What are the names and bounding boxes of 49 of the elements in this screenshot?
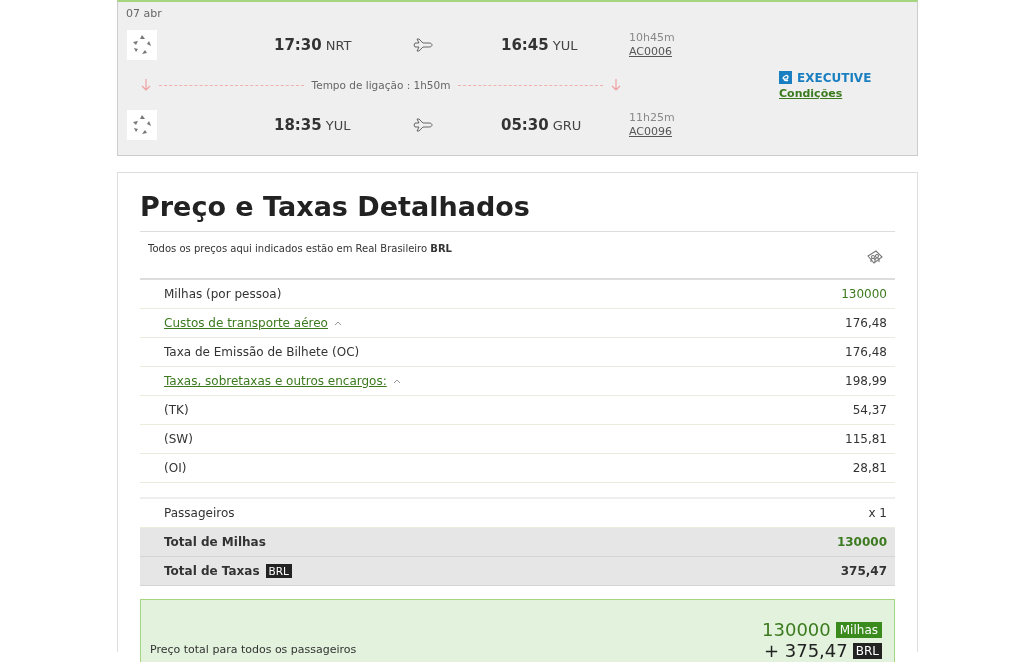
row-value: 176,48 <box>845 345 887 359</box>
currency-tag: BRL <box>852 642 882 659</box>
row-value: 115,81 <box>845 432 887 446</box>
row-value: 176,48 <box>845 316 887 330</box>
row-value: 375,47 <box>840 564 887 578</box>
down-arrow-icon <box>611 78 621 92</box>
down-arrow-icon <box>141 78 151 92</box>
row-value: 130000 <box>841 287 887 301</box>
star-logo-icon <box>127 30 157 60</box>
miles-tag: Milhas <box>835 621 882 638</box>
section-title: Preço e Taxas Detalhados <box>140 190 530 224</box>
caret-icon[interactable] <box>333 320 342 326</box>
expand-link[interactable]: Custos de transporte aéreo <box>164 316 328 330</box>
cabin-logo-icon <box>779 71 792 84</box>
flight-number-link[interactable]: AC0006 <box>629 45 672 59</box>
star-logo-icon <box>127 110 157 140</box>
row-value: 130000 <box>836 535 887 549</box>
connection-time: Tempo de ligação : 1h50m <box>311 79 451 91</box>
total-label: Preço total para todos os passageiros <box>150 642 357 656</box>
flight-date: 07 abr <box>125 7 163 21</box>
conditions-link[interactable]: Condições <box>779 86 843 100</box>
row-value: 198,99 <box>845 374 887 388</box>
row-value: 54,37 <box>852 403 887 417</box>
caret-icon[interactable] <box>392 378 401 384</box>
plane-icon <box>413 118 433 132</box>
total-miles: 130000 <box>762 619 831 640</box>
departure-time: 18:35 YUL <box>274 116 352 134</box>
departure-time: 17:30 NRT <box>274 36 353 54</box>
row-label: Passageiros <box>164 506 235 520</box>
flight-duration: 10h45m <box>629 31 675 45</box>
currency-tag: BRL <box>265 564 292 578</box>
row-label: (SW) <box>164 432 193 446</box>
flight-duration: 11h25m <box>629 111 675 125</box>
row-label: Taxa de Emissão de Bilhete (OC) <box>164 345 360 359</box>
cabin-class: EXECUTIVE <box>797 70 872 85</box>
arrival-time: 05:30 GRU <box>501 116 583 134</box>
flight-number-link[interactable]: AC0096 <box>629 125 672 139</box>
row-label: Milhas (por pessoa) <box>164 287 282 301</box>
total-taxes: + 375,47 <box>763 640 848 661</box>
row-label: Total de Milhas <box>164 535 266 549</box>
row-label: (TK) <box>164 403 189 417</box>
row-value: 28,81 <box>852 461 887 475</box>
row-label: Total de Taxas <box>164 564 260 578</box>
arrival-time: 16:45 YUL <box>501 36 579 54</box>
plane-icon <box>413 38 433 52</box>
row-label: (OI) <box>164 461 187 475</box>
row-value: x 1 <box>868 506 887 520</box>
currency-note: Todos os preços aqui indicados estão em Real Brasileiro BRL <box>148 242 452 254</box>
expand-link[interactable]: Taxas, sobretaxas e outros encargos: <box>164 374 387 388</box>
